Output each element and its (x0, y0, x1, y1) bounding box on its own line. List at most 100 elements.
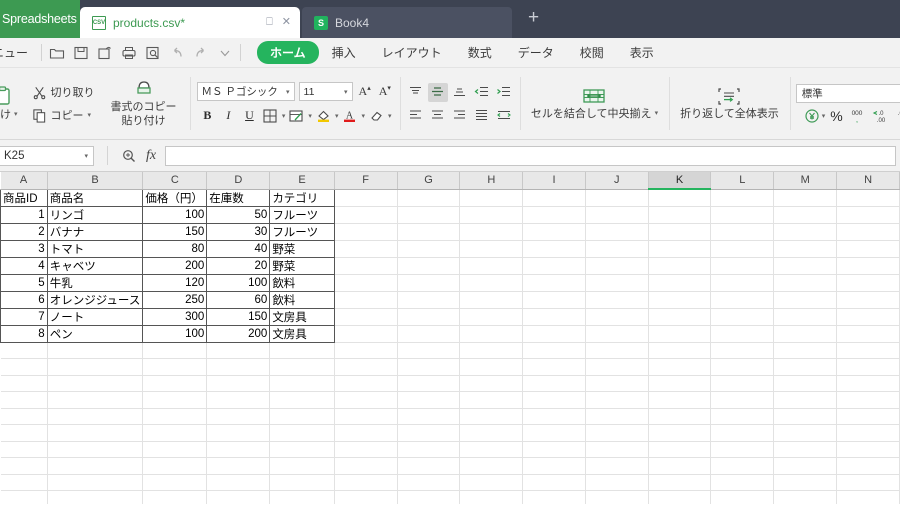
empty-cell[interactable] (522, 424, 586, 442)
empty-cell[interactable] (459, 457, 524, 475)
empty-cell[interactable] (142, 490, 208, 504)
bold-button[interactable]: B (198, 106, 217, 125)
column-header-l[interactable]: L (710, 172, 775, 190)
header-cell[interactable]: 在庫数 (206, 188, 271, 207)
empty-cell[interactable] (0, 474, 48, 491)
empty-cell[interactable] (47, 457, 144, 475)
data-cell[interactable]: 4 (0, 256, 48, 275)
empty-cell[interactable] (710, 308, 775, 326)
ribbon-tab-data[interactable]: データ (505, 41, 567, 64)
number-format-select[interactable]: 標準 ▾ (795, 83, 900, 103)
empty-cell[interactable] (710, 206, 775, 224)
chevron-down-icon[interactable]: ▾ (388, 112, 392, 120)
empty-cell[interactable] (648, 308, 712, 326)
empty-cell[interactable] (47, 474, 144, 491)
empty-cell[interactable] (522, 325, 586, 343)
empty-cell[interactable] (397, 308, 461, 326)
header-cell[interactable]: 商品ID (0, 188, 48, 207)
distribute-button[interactable] (494, 106, 514, 125)
empty-cell[interactable] (522, 206, 586, 224)
empty-cell[interactable] (459, 391, 524, 409)
chevron-down-icon[interactable]: ▾ (361, 112, 365, 120)
empty-cell[interactable] (206, 375, 271, 392)
new-tab-button[interactable]: + (512, 8, 539, 31)
chevron-down-icon[interactable]: ▾ (282, 112, 286, 120)
empty-cell[interactable] (585, 441, 649, 458)
table-row[interactable] (0, 358, 900, 376)
empty-cell[interactable] (0, 457, 48, 475)
empty-cell[interactable] (397, 325, 461, 343)
empty-cell[interactable] (648, 223, 712, 241)
empty-cell[interactable] (836, 490, 900, 504)
column-header-b[interactable]: B (47, 172, 144, 190)
table-row[interactable] (0, 457, 900, 475)
empty-cell[interactable] (648, 375, 712, 392)
ribbon-tab-formulas[interactable]: 数式 (455, 41, 505, 64)
column-header-g[interactable]: G (397, 172, 461, 190)
empty-cell[interactable] (710, 391, 775, 409)
empty-cell[interactable] (397, 189, 461, 207)
empty-cell[interactable] (397, 342, 461, 359)
empty-cell[interactable] (47, 342, 144, 359)
empty-cell[interactable] (397, 490, 461, 504)
empty-cell[interactable] (773, 189, 838, 207)
empty-cell[interactable] (710, 240, 775, 258)
empty-cell[interactable] (648, 325, 712, 343)
header-cell[interactable]: 商品名 (46, 188, 144, 207)
empty-cell[interactable] (459, 474, 524, 491)
empty-cell[interactable] (522, 457, 586, 475)
data-cell[interactable]: 50 (206, 205, 271, 224)
data-cell[interactable]: 80 (142, 239, 208, 258)
data-cell[interactable]: 30 (206, 222, 271, 241)
decrease-indent-button[interactable] (472, 83, 492, 102)
customize-caret-icon[interactable] (217, 45, 233, 61)
increase-decimal-button[interactable]: .0 .00 (871, 108, 889, 124)
font-color-button[interactable]: A (340, 106, 359, 125)
underline-button[interactable]: U (240, 106, 259, 125)
empty-cell[interactable] (206, 441, 271, 458)
empty-cell[interactable] (648, 206, 712, 224)
empty-cell[interactable] (648, 342, 712, 359)
data-cell[interactable]: 野菜 (269, 256, 335, 275)
table-row[interactable]: 商品ID 商品名 価格（円） 在庫数 カテゴリ (0, 188, 900, 207)
empty-cell[interactable] (0, 408, 48, 425)
empty-cell[interactable] (585, 391, 649, 409)
empty-cell[interactable] (773, 358, 838, 376)
detach-tab-icon[interactable]: ⎕ (266, 17, 273, 28)
empty-cell[interactable] (334, 189, 398, 207)
align-left-button[interactable] (406, 106, 426, 125)
empty-cell[interactable] (648, 257, 712, 275)
empty-cell[interactable] (459, 291, 524, 309)
empty-cell[interactable] (206, 408, 271, 425)
empty-cell[interactable] (142, 424, 208, 442)
empty-cell[interactable] (269, 342, 335, 359)
data-cell[interactable]: キャベツ (46, 256, 144, 275)
clear-format-button[interactable] (367, 106, 386, 125)
comma-style-button[interactable]: 000 , (848, 108, 866, 124)
cut-button[interactable]: 切り取り (29, 82, 98, 102)
empty-cell[interactable] (585, 490, 649, 504)
empty-cell[interactable] (334, 308, 398, 326)
header-cell[interactable]: 価格（円） (142, 188, 208, 207)
empty-cell[interactable] (334, 424, 398, 442)
table-row[interactable]: 3 トマト 80 40 野菜 (0, 239, 900, 258)
empty-cell[interactable] (142, 474, 208, 491)
formula-input[interactable] (165, 145, 896, 166)
chevron-down-icon[interactable]: ▾ (88, 111, 92, 119)
empty-cell[interactable] (206, 457, 271, 475)
align-right-button[interactable] (450, 106, 470, 125)
data-cell[interactable]: 3 (0, 239, 48, 258)
empty-cell[interactable] (334, 490, 398, 504)
empty-cell[interactable] (710, 342, 775, 359)
column-header-c[interactable]: C (142, 172, 208, 190)
empty-cell[interactable] (142, 391, 208, 409)
empty-cell[interactable] (585, 375, 649, 392)
empty-cell[interactable] (836, 223, 900, 241)
empty-cell[interactable] (773, 408, 838, 425)
empty-cell[interactable] (585, 206, 649, 224)
empty-cell[interactable] (269, 457, 335, 475)
empty-cell[interactable] (459, 257, 524, 275)
empty-cell[interactable] (0, 342, 48, 359)
data-cell[interactable]: 文房具 (269, 307, 335, 326)
data-cell[interactable]: 40 (206, 239, 271, 258)
